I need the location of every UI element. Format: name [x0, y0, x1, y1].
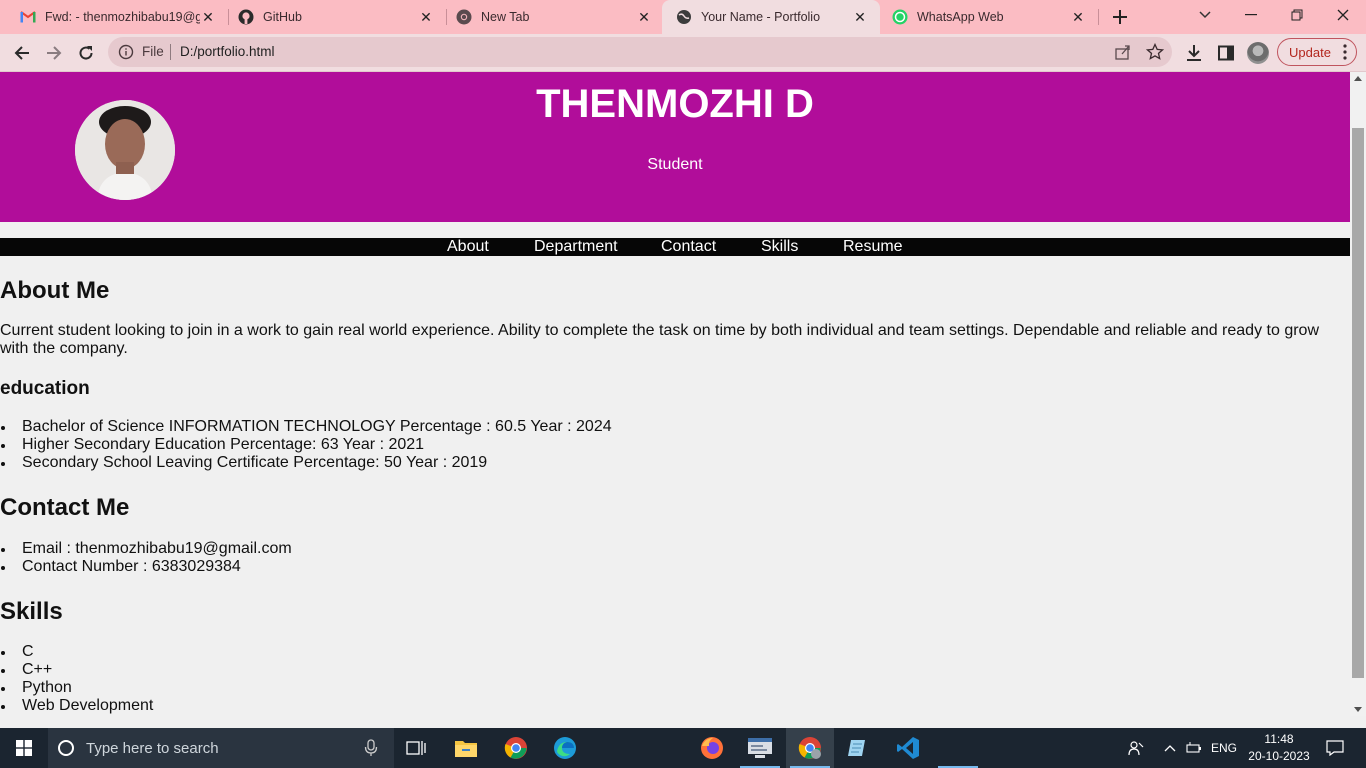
chrome-taskbar-icon[interactable]: [492, 728, 540, 768]
share-icon[interactable]: [1114, 43, 1132, 61]
github-icon: [238, 9, 254, 25]
tab-title: WhatsApp Web: [917, 10, 1004, 24]
more-vert-icon[interactable]: [1343, 44, 1347, 63]
tab-search-chevron-icon[interactable]: [1182, 0, 1228, 30]
restore-button[interactable]: [1274, 0, 1320, 30]
nav-bar: About Department Contact Skills Resume: [0, 238, 1350, 256]
edge-icon[interactable]: [541, 728, 589, 768]
list-item: Higher Secondary Education Percentage: 6…: [0, 436, 612, 454]
role-subtitle: Student: [647, 156, 703, 173]
nav-contact[interactable]: Contact: [661, 238, 716, 256]
whatsapp-icon: [892, 9, 908, 25]
firefox-icon[interactable]: [688, 728, 736, 768]
profile-avatar[interactable]: [1247, 42, 1269, 64]
list-item: Python: [0, 679, 153, 697]
tab-gmail[interactable]: Fwd: - thenmozhibabu19@g ✕: [0, 0, 228, 34]
system-clock[interactable]: 11:48 20-10-2023: [1240, 731, 1318, 765]
vertical-scrollbar[interactable]: [1350, 72, 1366, 716]
notification-icon[interactable]: [1320, 728, 1350, 768]
tab-strip: Fwd: - thenmozhibabu19@g ✕ GitHub ✕ New …: [0, 0, 1366, 34]
list-item: C: [0, 643, 153, 661]
page-viewport: THENMOZHI D Student About Department Con…: [0, 72, 1350, 716]
vscode-icon[interactable]: [884, 728, 932, 768]
notepad-icon[interactable]: [834, 728, 882, 768]
app-window-icon[interactable]: [736, 728, 784, 768]
page-title: THENMOZHI D: [536, 82, 814, 126]
list-item: Bachelor of Science INFORMATION TECHNOLO…: [0, 418, 612, 436]
update-label: Update: [1289, 44, 1331, 60]
tab-title: GitHub: [263, 10, 302, 24]
minimize-button[interactable]: [1228, 0, 1274, 30]
education-heading: education: [0, 378, 90, 399]
close-window-button[interactable]: [1320, 0, 1366, 30]
chevron-up-icon[interactable]: [1160, 728, 1180, 768]
tab-title: New Tab: [481, 10, 530, 24]
list-item: Secondary School Leaving Certificate Per…: [0, 454, 612, 472]
nav-skills[interactable]: Skills: [761, 238, 798, 256]
close-icon[interactable]: ✕: [636, 9, 652, 25]
scroll-down-arrow-icon[interactable]: [1354, 707, 1362, 712]
close-icon[interactable]: ✕: [852, 9, 868, 25]
url-scheme: File: [142, 44, 164, 59]
contact-heading: Contact Me: [0, 494, 130, 521]
people-icon[interactable]: [1124, 728, 1148, 768]
about-heading: About Me: [0, 277, 110, 304]
clock-date: 20-10-2023: [1248, 749, 1310, 763]
chrome-icon: [456, 9, 472, 25]
browser-toolbar: File D:/portfolio.html Update: [0, 34, 1366, 72]
bookmark-star-icon[interactable]: [1145, 42, 1165, 61]
list-item: C++: [0, 661, 153, 679]
download-icon[interactable]: [1184, 43, 1204, 63]
clock-time: 11:48: [1264, 732, 1294, 746]
reload-button[interactable]: [72, 39, 100, 67]
tab-whatsapp[interactable]: WhatsApp Web ✕: [872, 0, 1098, 34]
search-placeholder: Type here to search: [86, 739, 219, 757]
tab-github[interactable]: GitHub ✕: [218, 0, 446, 34]
education-list: Bachelor of Science INFORMATION TECHNOLO…: [0, 418, 612, 472]
tab-portfolio[interactable]: Your Name - Portfolio ✕: [662, 0, 880, 34]
new-tab-button[interactable]: [1108, 5, 1132, 29]
list-item: Email : thenmozhibabu19@gmail.com: [0, 540, 292, 558]
info-icon[interactable]: [118, 44, 134, 60]
close-icon[interactable]: ✕: [418, 9, 434, 25]
tab-title: Fwd: - thenmozhibabu19@g: [45, 10, 200, 24]
chrome-active-icon[interactable]: [786, 728, 834, 768]
url-text[interactable]: D:/portfolio.html: [180, 44, 275, 59]
windows-start-button[interactable]: [0, 728, 48, 768]
list-item: Web Development: [0, 697, 153, 715]
back-button[interactable]: [8, 39, 36, 67]
skills-list: C C++ Python Web Development: [0, 643, 153, 715]
header-banner: THENMOZHI D Student: [0, 72, 1350, 222]
update-button[interactable]: Update: [1277, 38, 1357, 66]
file-explorer-icon[interactable]: [442, 728, 490, 768]
globe-icon: [676, 9, 692, 25]
microphone-icon[interactable]: [362, 739, 380, 757]
taskbar-app-indicator[interactable]: [934, 728, 982, 768]
nav-department[interactable]: Department: [534, 238, 618, 256]
nav-about[interactable]: About: [447, 238, 489, 256]
about-text: Current student looking to join in a wor…: [0, 322, 1319, 357]
skills-heading: Skills: [0, 598, 63, 625]
search-icon: [58, 740, 74, 756]
list-item: Contact Number : 6383029384: [0, 558, 292, 576]
gmail-icon: [20, 9, 36, 25]
tab-title: Your Name - Portfolio: [701, 10, 821, 24]
windows-taskbar: Type here to search ENG 11:48 20-10-2023: [0, 728, 1366, 768]
address-bar[interactable]: File D:/portfolio.html: [108, 37, 1172, 67]
close-icon[interactable]: ✕: [1070, 9, 1086, 25]
side-panel-icon[interactable]: [1216, 43, 1236, 63]
network-battery-icon[interactable]: [1184, 728, 1206, 768]
language-indicator[interactable]: ENG: [1208, 728, 1240, 768]
nav-resume[interactable]: Resume: [843, 238, 903, 256]
divider: [170, 44, 171, 60]
close-icon[interactable]: ✕: [200, 9, 216, 25]
tab-new-tab[interactable]: New Tab ✕: [436, 0, 664, 34]
scroll-up-arrow-icon[interactable]: [1354, 76, 1362, 81]
task-view-icon[interactable]: [392, 728, 440, 768]
forward-button[interactable]: [40, 39, 68, 67]
tab-divider: [1098, 9, 1099, 25]
taskbar-search[interactable]: Type here to search: [48, 728, 394, 768]
scrollbar-thumb[interactable]: [1352, 128, 1364, 678]
contact-list: Email : thenmozhibabu19@gmail.com Contac…: [0, 540, 292, 576]
